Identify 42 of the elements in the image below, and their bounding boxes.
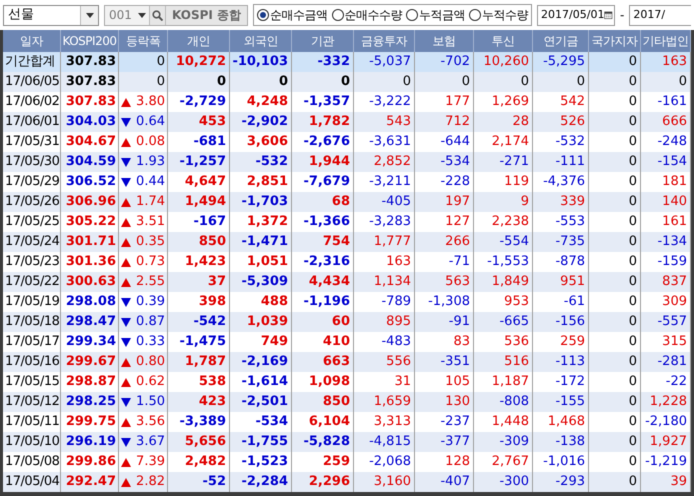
change-cell-text: 0.62 xyxy=(136,373,165,392)
radio-option[interactable]: 순매수수량 xyxy=(332,6,402,24)
change-cell-text: 0 xyxy=(156,73,165,92)
change-cell-text: 0.44 xyxy=(136,173,165,192)
radio-option[interactable]: 누적수량 xyxy=(469,6,528,24)
change-cell-text: 3.56 xyxy=(136,413,165,432)
value-cell: -52 xyxy=(168,472,230,492)
value-cell: 39 xyxy=(641,472,691,492)
change-cell-text: 0.64 xyxy=(136,113,165,132)
value-cell: -407 xyxy=(415,472,474,492)
change-cell-text: 1.93 xyxy=(136,153,165,172)
market-select[interactable]: 선물 xyxy=(3,4,99,26)
change-cell-text: 3.67 xyxy=(136,433,165,452)
change-cell-text: 7.39 xyxy=(136,453,165,472)
value-cell: -300 xyxy=(474,472,533,492)
change-cell-text: 1.50 xyxy=(136,393,165,412)
change-cell-text: 3.51 xyxy=(136,213,165,232)
change-cell-text: 2.55 xyxy=(136,273,165,292)
change-cell-text: 3.80 xyxy=(136,93,165,112)
change-cell-text: 0.80 xyxy=(136,353,165,372)
change-cell-text: 0.08 xyxy=(136,133,165,152)
date-field[interactable]: 2017/ xyxy=(629,4,691,26)
change-cell-text: 0 xyxy=(156,53,165,72)
change-cell-text: 0.33 xyxy=(136,333,165,352)
value-cell: -293 xyxy=(533,472,589,492)
value-cell: 3,160 xyxy=(354,472,415,492)
change-cell-text: 2.82 xyxy=(136,473,165,492)
caret-icon xyxy=(86,12,94,18)
date-cell: 17/05/04 xyxy=(3,472,61,492)
value-cell: 0 xyxy=(589,472,641,492)
radio-option[interactable]: 누적금액 xyxy=(406,6,466,24)
value-cell: 2,296 xyxy=(292,472,354,492)
index-cell: 292.47 xyxy=(61,472,119,492)
change-cell-text: 1.74 xyxy=(136,193,165,212)
change-cell-text: 0.39 xyxy=(136,293,165,312)
change-cell-text: 0.87 xyxy=(136,313,165,332)
radio-option[interactable]: 순매수금액 xyxy=(257,6,328,24)
change-cell-text: 0.73 xyxy=(136,253,165,272)
date-field[interactable]: 2017/05/01 xyxy=(537,4,616,26)
date-separator: - xyxy=(620,7,624,24)
change-cell-text: 0.35 xyxy=(136,233,165,252)
value-cell: -2,284 xyxy=(230,472,292,492)
